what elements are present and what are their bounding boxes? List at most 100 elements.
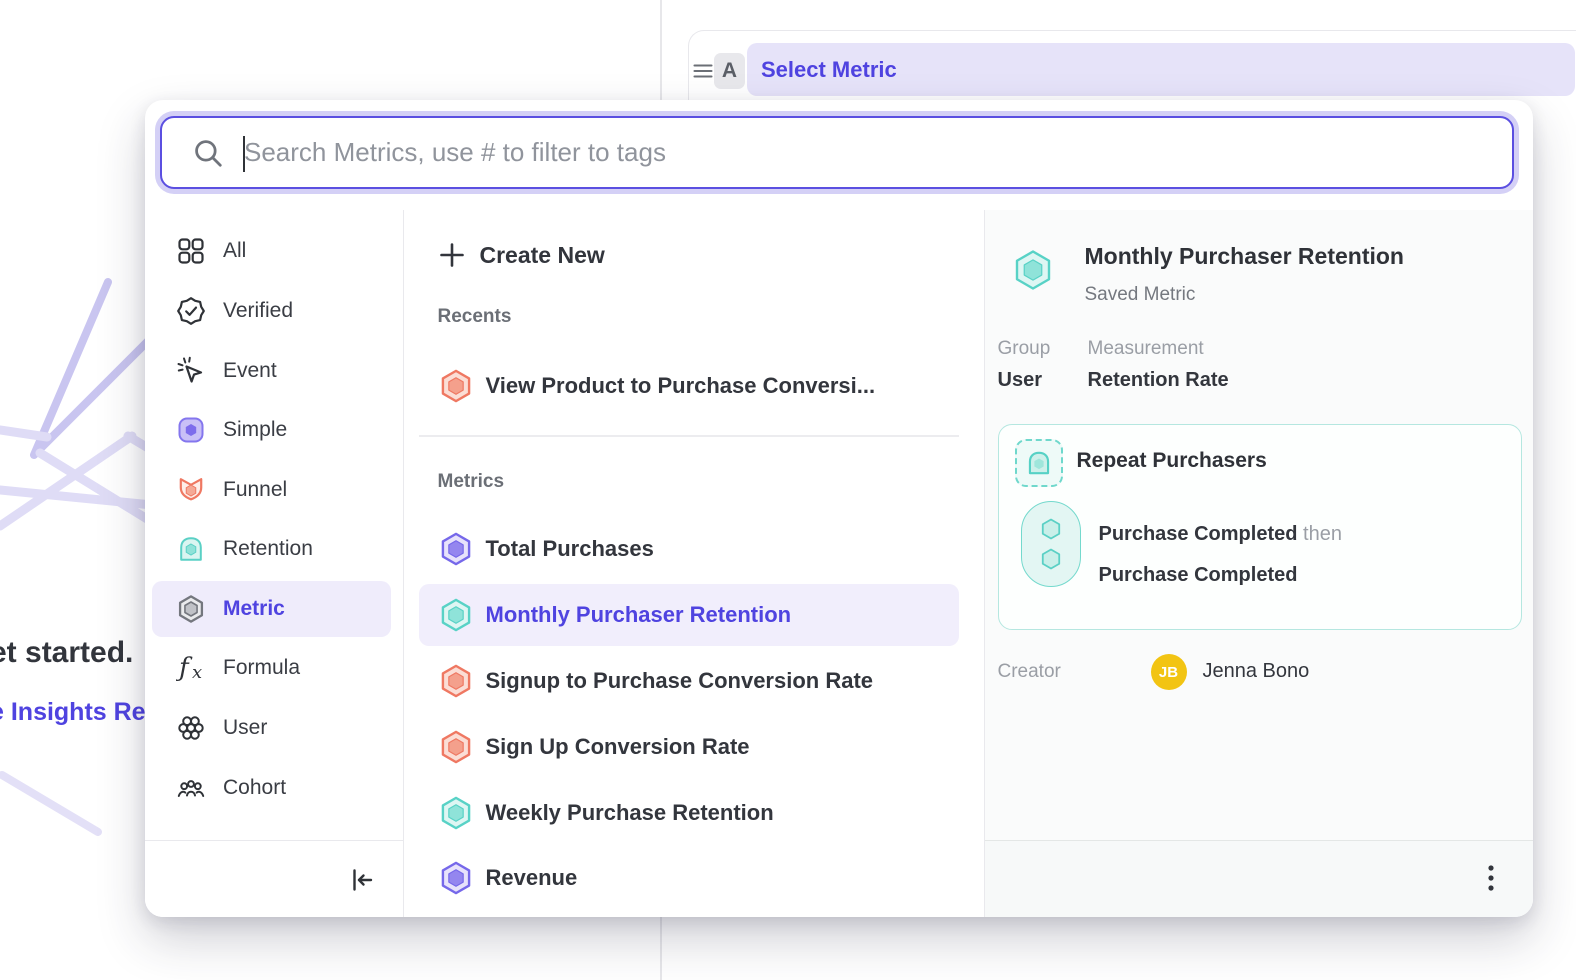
- list-item-label: Sign Up Conversion Rate: [486, 734, 750, 760]
- metric-hexagon-icon: [176, 594, 206, 624]
- sidebar-item-funnel[interactable]: Funnel: [152, 462, 391, 518]
- retention-arch-icon: [1023, 447, 1055, 479]
- sidebar-item-label: User: [223, 716, 267, 740]
- funnel-hexagon-icon: [438, 368, 474, 404]
- cohort-icon: [176, 773, 206, 803]
- metric-detail-panel: Monthly Purchaser Retention Saved Metric…: [984, 210, 1534, 917]
- grid-icon: [176, 236, 206, 266]
- creator-name: Jenna Bono: [1203, 660, 1310, 683]
- sidebar-footer: [145, 840, 403, 917]
- list-item-view-product[interactable]: View Product to Purchase Conversi...: [419, 355, 959, 417]
- sidebar-item-label: Simple: [223, 418, 287, 442]
- verified-badge-icon: [176, 296, 206, 326]
- sidebar-item-event[interactable]: Event: [152, 343, 391, 399]
- card-title: Repeat Purchasers: [1077, 449, 1267, 473]
- svg-text:x: x: [192, 662, 202, 683]
- cursor-click-icon: [176, 356, 206, 386]
- hamburger-icon[interactable]: [693, 61, 713, 81]
- saved-metric-hexagon-icon: [1011, 248, 1055, 292]
- sidebar-item-all[interactable]: All: [152, 223, 391, 279]
- sidebar-item-label: Cohort: [223, 776, 286, 800]
- list-item-label: Signup to Purchase Conversion Rate: [486, 668, 874, 694]
- sidebar-item-retention[interactable]: Retention: [152, 521, 391, 577]
- step-1-label: Purchase Completed: [1099, 523, 1298, 545]
- select-metric-label: Select Metric: [761, 57, 897, 83]
- sidebar-item-label: Retention: [223, 537, 313, 561]
- list-item-label: Monthly Purchaser Retention: [486, 602, 792, 628]
- list-item-label: View Product to Purchase Conversi...: [486, 373, 876, 399]
- metric-hexagon-icon: [438, 860, 474, 896]
- step-2-label: Purchase Completed: [1099, 564, 1298, 586]
- list-item-monthly-purchaser-retention[interactable]: Monthly Purchaser Retention: [419, 584, 959, 646]
- filter-sidebar: All Verified Event Simple Funnel Retenti: [145, 210, 404, 917]
- retention-hexagon-icon: [438, 795, 474, 831]
- list-divider: [419, 435, 959, 437]
- funnel-hexagon-icon: [438, 663, 474, 699]
- group-value: User: [998, 369, 1042, 392]
- collapse-left-icon[interactable]: [347, 865, 377, 895]
- detail-footer: [985, 840, 1534, 917]
- retention-definition-card: Repeat Purchasers Purchase Completed the…: [998, 424, 1522, 630]
- detail-subtitle: Saved Metric: [1085, 284, 1196, 306]
- plus-icon: [438, 241, 466, 269]
- list-item-label: Revenue: [486, 865, 578, 891]
- section-label-metrics: Metrics: [438, 471, 505, 493]
- metric-picker-modal: All Verified Event Simple Funnel Retenti: [145, 100, 1533, 917]
- group-label: Group: [998, 338, 1051, 360]
- event-hexagon-icon: [1038, 516, 1064, 542]
- sidebar-item-user[interactable]: User: [152, 700, 391, 756]
- sidebar-item-simple[interactable]: Simple: [152, 402, 391, 458]
- step-connector: then: [1303, 523, 1342, 545]
- svg-text:ƒ: ƒ: [176, 653, 193, 683]
- funnel-icon: [176, 475, 206, 505]
- measurement-label: Measurement: [1088, 338, 1204, 360]
- insights-report-link[interactable]: e Insights Re: [0, 698, 146, 727]
- step-2: Purchase Completed: [1099, 564, 1298, 587]
- kebab-menu-icon[interactable]: [1486, 864, 1496, 894]
- search-input[interactable]: [240, 136, 1492, 169]
- metric-row-badge[interactable]: A: [714, 53, 745, 89]
- select-metric-button[interactable]: Select Metric: [747, 43, 1575, 96]
- text-cursor: [243, 136, 245, 172]
- list-item-total-purchases[interactable]: Total Purchases: [419, 518, 959, 580]
- query-builder-card: A Select Metric: [688, 30, 1576, 106]
- retention-icon: [176, 534, 206, 564]
- list-item-weekly-purchase-retention[interactable]: Weekly Purchase Retention: [419, 782, 959, 844]
- search-icon: [192, 137, 224, 169]
- user-cluster-icon: [176, 713, 206, 743]
- list-item-sign-up-conversion[interactable]: Sign Up Conversion Rate: [419, 716, 959, 778]
- event-sequence-capsule: [1021, 501, 1081, 587]
- retention-hexagon-icon: [438, 597, 474, 633]
- funnel-hexagon-icon: [438, 729, 474, 765]
- list-item-label: Weekly Purchase Retention: [486, 800, 774, 826]
- event-hexagon-icon: [1038, 546, 1064, 572]
- search-bar[interactable]: [160, 116, 1514, 189]
- measurement-value: Retention Rate: [1088, 369, 1229, 392]
- sidebar-item-label: Verified: [223, 299, 293, 323]
- sidebar-item-label: All: [223, 239, 246, 263]
- section-label-recents: Recents: [438, 306, 512, 328]
- detail-title: Monthly Purchaser Retention: [1085, 243, 1404, 270]
- create-new-label: Create New: [480, 242, 605, 269]
- background-heading: et started.: [0, 636, 133, 670]
- sidebar-item-label: Metric: [223, 597, 285, 621]
- metric-hexagon-icon: [438, 531, 474, 567]
- creator-avatar: JB: [1151, 654, 1187, 690]
- repeat-purchasers-icon: [1015, 439, 1063, 487]
- list-item-signup-to-purchase[interactable]: Signup to Purchase Conversion Rate: [419, 650, 959, 712]
- sidebar-item-label: Event: [223, 359, 277, 383]
- sidebar-item-cohort[interactable]: Cohort: [152, 760, 391, 816]
- step-1: Purchase Completed then: [1099, 523, 1342, 546]
- page: et started. e Insights Re A Select Metri…: [0, 0, 1576, 980]
- sidebar-item-verified[interactable]: Verified: [152, 283, 391, 339]
- sidebar-item-label: Funnel: [223, 478, 287, 502]
- sidebar-item-label: Formula: [223, 656, 300, 680]
- create-new-button[interactable]: Create New: [419, 227, 959, 283]
- creator-label: Creator: [998, 661, 1061, 683]
- list-item-revenue[interactable]: Revenue: [419, 847, 959, 909]
- metric-list: Create New Recents View Product to Purch…: [405, 210, 983, 917]
- list-item-label: Total Purchases: [486, 536, 654, 562]
- sidebar-item-formula[interactable]: ƒ x Formula: [152, 640, 391, 696]
- simple-metric-icon: [176, 415, 206, 445]
- sidebar-item-metric[interactable]: Metric: [152, 581, 391, 637]
